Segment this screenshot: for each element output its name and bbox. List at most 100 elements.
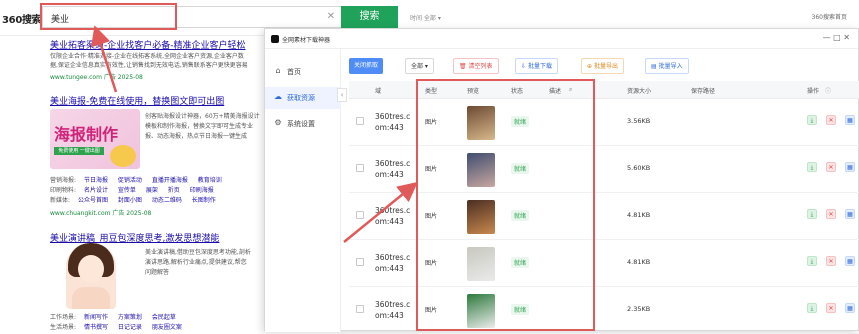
time-filter[interactable]: 时间 全部 ▾ bbox=[410, 13, 441, 22]
batch-export-button[interactable]: ⊕ 批量导出 bbox=[581, 58, 624, 74]
result-snippet: 演讲思路,解析行业痛点,提供建议,帮您 bbox=[145, 259, 247, 266]
link-item[interactable]: 名片设计 bbox=[84, 187, 108, 194]
link-category: 工作场景: bbox=[50, 314, 77, 321]
open-folder-icon[interactable]: ▦ bbox=[845, 162, 855, 172]
collapse-sidebar-button[interactable]: ‹ bbox=[337, 88, 347, 102]
download-icon[interactable]: ⤓ bbox=[807, 162, 817, 172]
row-checkbox[interactable] bbox=[356, 211, 364, 219]
sidebar: ⌂ 首页 ☁ 获取资源 ⚙ 系统设置 bbox=[265, 49, 341, 332]
link-item[interactable]: 方案策划 bbox=[118, 314, 142, 321]
download-icon[interactable]: ⤓ bbox=[807, 303, 817, 313]
clear-icon[interactable]: ✕ bbox=[327, 11, 335, 22]
open-folder-icon[interactable]: ▦ bbox=[845, 115, 855, 125]
link-item[interactable]: 新闻写作 bbox=[84, 314, 108, 321]
sidebar-item-home[interactable]: ⌂ 首页 bbox=[265, 61, 341, 83]
link-item[interactable]: 长图制作 bbox=[192, 197, 216, 204]
link-item[interactable]: 促销活动 bbox=[118, 177, 142, 184]
link-item[interactable]: 展架 bbox=[146, 187, 158, 194]
download-icon[interactable]: ⤓ bbox=[807, 256, 817, 266]
batch-export-label: 批量导出 bbox=[593, 63, 618, 70]
delete-icon[interactable]: ✕ bbox=[826, 303, 836, 313]
link-item[interactable]: 印刷海报 bbox=[190, 187, 214, 194]
clear-list-label: 清空列表 bbox=[468, 63, 493, 70]
link-item[interactable]: 会民起草 bbox=[152, 314, 176, 321]
link-item[interactable]: 封面小图 bbox=[118, 197, 142, 204]
poster-subtitle: 免费使用 一键出图 bbox=[54, 147, 104, 155]
cell-size: 3.56KB bbox=[627, 117, 651, 125]
download-icon[interactable]: ⤓ bbox=[807, 209, 817, 219]
sidebar-item-settings[interactable]: ⚙ 系统设置 bbox=[265, 113, 341, 135]
row-checkbox[interactable] bbox=[356, 164, 364, 172]
row-checkbox[interactable] bbox=[356, 305, 364, 313]
search-button[interactable]: 搜索 bbox=[341, 6, 398, 28]
result-snippet: 仅限企业合作·精准对接-企业在线拓客系统,全网企业客户资源,企业客户数 bbox=[50, 53, 244, 60]
delete-icon[interactable]: ✕ bbox=[826, 162, 836, 172]
column-size[interactable]: 资源大小 bbox=[627, 86, 651, 95]
result-title[interactable]: 美业海报-免费在线使用，替换图文即可出图 bbox=[50, 94, 224, 107]
download-icon[interactable]: ⤓ bbox=[807, 115, 817, 125]
result-snippet: 报、动态海报，热点节日海报一键生成 bbox=[145, 133, 248, 140]
link-row: 印刷物料: 名片设计 宣传单 展架 折页 印刷海报 bbox=[50, 185, 222, 194]
clear-list-button[interactable]: 🗑 清空列表 bbox=[453, 58, 499, 74]
link-category: 生活场景: bbox=[50, 324, 77, 331]
link-item[interactable]: 朋友圈文案 bbox=[152, 324, 182, 331]
home-icon: ⌂ bbox=[275, 66, 281, 75]
batch-download-button[interactable]: ⇩ 批量下载 bbox=[515, 58, 558, 74]
sidebar-item-get-resources[interactable]: ☁ 获取资源 bbox=[265, 87, 341, 109]
batch-download-label: 批量下载 bbox=[527, 63, 552, 70]
delete-icon[interactable]: ✕ bbox=[826, 209, 836, 219]
cell-domain: 360tres.c om:443 bbox=[375, 112, 411, 132]
homepage-link[interactable]: 360搜索首页 bbox=[812, 12, 847, 21]
link-item[interactable]: 宣传单 bbox=[118, 187, 136, 194]
avatar-body bbox=[72, 287, 110, 309]
link-item[interactable]: 公众号首图 bbox=[78, 197, 108, 204]
link-item[interactable]: 直播开播海报 bbox=[152, 177, 188, 184]
row-checkbox[interactable] bbox=[356, 117, 364, 125]
open-folder-icon[interactable]: ▦ bbox=[845, 256, 855, 266]
cell-domain: 360tres.c om:443 bbox=[375, 159, 411, 179]
result-title[interactable]: 美业拓客渠道-企业找客户必备-精准企业客户轻松 bbox=[50, 38, 246, 51]
result-url[interactable]: www.tungee.com 广告 2025-08 bbox=[50, 72, 143, 81]
batch-import-button[interactable]: ▤ 批量导入 bbox=[645, 58, 689, 74]
result-snippet: 创客贴海报设计神器，60万+精美海报设计 bbox=[145, 113, 260, 120]
avatar bbox=[66, 243, 116, 309]
sidebar-item-label: 系统设置 bbox=[287, 120, 315, 128]
link-item[interactable]: 折页 bbox=[168, 187, 180, 194]
link-row: 营销海报: 节日海报 促销活动 直播开播海报 教育培训 bbox=[50, 175, 230, 184]
batch-import-label: 批量导入 bbox=[658, 63, 683, 70]
link-row: 生活场景: 情书撰写 日记记录 朋友圈文案 bbox=[50, 322, 190, 331]
open-folder-icon[interactable]: ▦ bbox=[845, 303, 855, 313]
open-folder-icon[interactable]: ▦ bbox=[845, 209, 855, 219]
delete-icon[interactable]: ✕ bbox=[826, 256, 836, 266]
cell-domain: 360tres.c om:443 bbox=[375, 300, 411, 320]
link-item[interactable]: 动态二维码 bbox=[152, 197, 182, 204]
avatar-face bbox=[78, 255, 104, 283]
search-highlight-box bbox=[40, 3, 177, 30]
window-controls[interactable]: — □ ✕ bbox=[823, 33, 850, 42]
site-logo[interactable]: 360搜索 bbox=[2, 11, 42, 26]
stop-fetch-button[interactable]: 关闭抓取 bbox=[349, 58, 384, 74]
link-item[interactable]: 教育培训 bbox=[198, 177, 222, 184]
result-snippet: 问题解答 bbox=[145, 269, 170, 276]
sidebar-item-label: 获取资源 bbox=[287, 94, 315, 102]
window-titlebar[interactable]: 全网素材下载神器 — □ ✕ bbox=[265, 29, 858, 49]
link-item[interactable]: 节日海报 bbox=[84, 177, 108, 184]
link-row: 新媒体: 公众号首图 封面小图 动态二维码 长图制作 bbox=[50, 195, 224, 204]
search-results: 美业拓客渠道-企业找客户必备-精准企业客户轻松 仅限企业合作·精准对接-企业在线… bbox=[0, 36, 270, 331]
column-domain[interactable]: 域 bbox=[375, 86, 381, 95]
window-title: 全网素材下载神器 bbox=[282, 37, 331, 44]
poster-thumbnail[interactable]: 海报制作 免费使用 一键出图 bbox=[50, 109, 140, 169]
cell-domain: 360tres.c om:443 bbox=[375, 206, 411, 226]
link-item[interactable]: 日记记录 bbox=[118, 324, 142, 331]
link-item[interactable]: 情书撰写 bbox=[84, 324, 108, 331]
cell-size: 4.81KB bbox=[627, 211, 651, 219]
filter-select[interactable]: 全部 ▾ bbox=[405, 58, 434, 74]
cloud-icon: ☁ bbox=[274, 92, 282, 101]
help-icon[interactable]: ⓘ bbox=[825, 86, 831, 95]
row-checkbox[interactable] bbox=[356, 258, 364, 266]
link-category: 营销海报: bbox=[50, 177, 77, 184]
poster-decoration bbox=[110, 145, 136, 167]
result-url[interactable]: www.chuangkit.com 广告 2025-08 bbox=[50, 208, 151, 217]
delete-icon[interactable]: ✕ bbox=[826, 115, 836, 125]
result-title[interactable]: 美业演讲稿_用豆包深度思考,激发思想潜能 bbox=[50, 231, 219, 244]
